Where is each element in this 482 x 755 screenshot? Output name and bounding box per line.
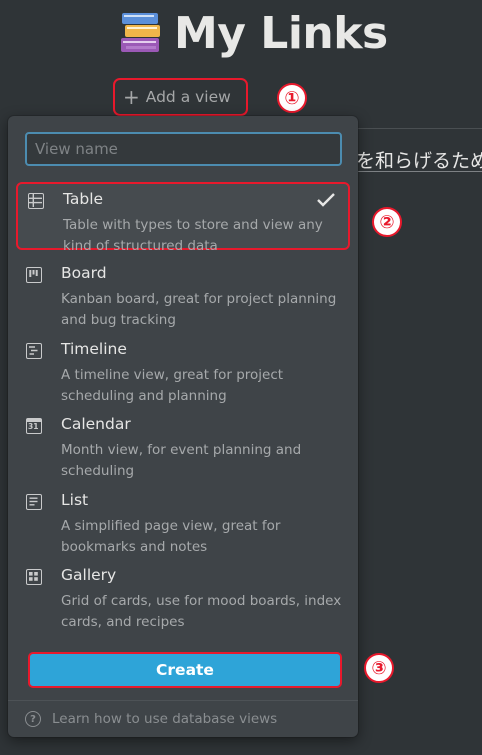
view-option-description: Table with types to store and view any k…: [63, 217, 323, 254]
view-option-table[interactable]: Table Table with types to store and view…: [16, 182, 350, 254]
view-option-board[interactable]: Board Kanban board, great for project pl…: [16, 258, 350, 328]
board-icon: [26, 267, 42, 283]
view-option-label: Board: [61, 264, 107, 282]
create-button[interactable]: Create: [28, 652, 342, 688]
view-option-gallery[interactable]: Gallery Grid of cards, use for mood boar…: [16, 560, 350, 630]
table-icon: [28, 193, 44, 209]
books-emoji-icon[interactable]: [118, 10, 164, 56]
view-option-label: Table: [63, 190, 104, 208]
calendar-icon: 31: [26, 418, 42, 434]
checkmark-icon: [317, 193, 335, 207]
timeline-icon: [26, 343, 42, 359]
view-option-calendar[interactable]: 31 Calendar Month view, for event planni…: [16, 409, 350, 479]
view-option-description: Grid of cards, use for mood boards, inde…: [61, 593, 342, 630]
view-option-label: Gallery: [61, 566, 117, 584]
divider: [358, 128, 482, 129]
view-option-description: A timeline view, great for project sched…: [61, 367, 284, 404]
view-option-description: A simplified page view, great for bookma…: [61, 518, 281, 555]
list-icon: [26, 494, 42, 510]
annotation-step1: ①: [277, 83, 307, 113]
add-view-button[interactable]: + Add a view: [113, 78, 248, 116]
view-option-list[interactable]: List A simplified page view, great for b…: [16, 485, 350, 555]
page: My Links + Add a view ① を和らげるため Table Ta…: [0, 0, 482, 755]
view-option-description: Month view, for event planning and sched…: [61, 442, 302, 479]
annotation-step3: ③: [364, 653, 394, 683]
view-option-label: Timeline: [61, 340, 127, 358]
view-name-input[interactable]: [25, 132, 342, 166]
view-option-description: Kanban board, great for project planning…: [61, 291, 337, 328]
plus-icon: +: [123, 85, 140, 109]
help-link-label: Learn how to use database views: [52, 711, 278, 727]
annotation-step2: ②: [372, 207, 402, 237]
help-icon: ?: [25, 711, 41, 727]
page-header: My Links: [118, 4, 388, 62]
view-option-label: List: [61, 491, 89, 509]
help-link[interactable]: ? Learn how to use database views: [25, 708, 277, 730]
background-link-text[interactable]: を和らげるため: [356, 146, 482, 173]
divider: [8, 700, 358, 701]
add-view-label: Add a view: [145, 88, 231, 106]
gallery-icon: [26, 569, 42, 585]
add-view-popup: Table Table with types to store and view…: [8, 116, 402, 737]
view-option-label: Calendar: [61, 415, 131, 433]
page-title[interactable]: My Links: [174, 8, 388, 59]
view-option-timeline[interactable]: Timeline A timeline view, great for proj…: [16, 334, 350, 404]
